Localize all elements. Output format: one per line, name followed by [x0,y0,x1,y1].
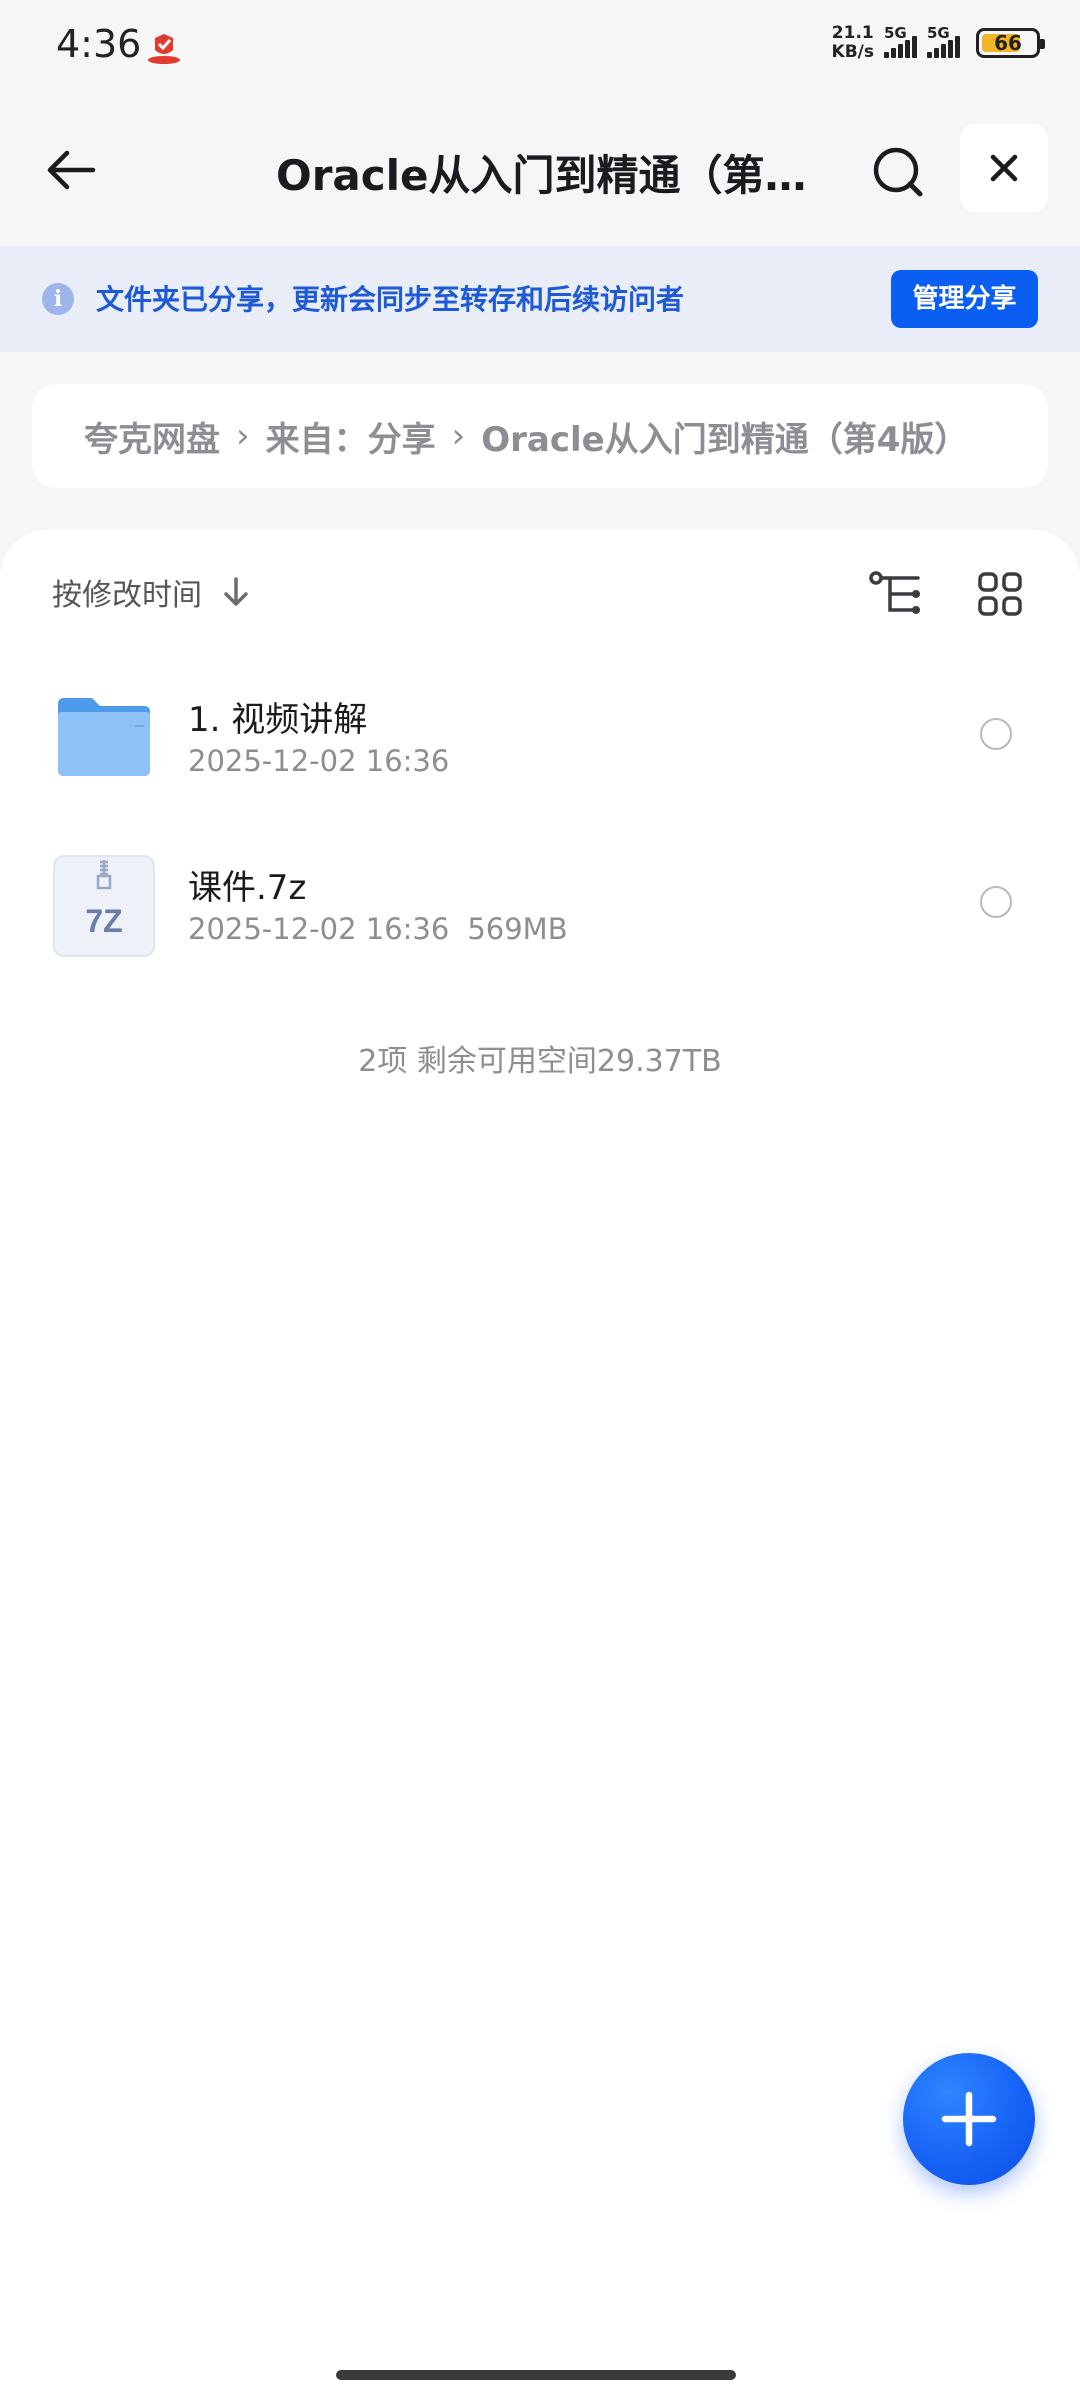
file-list-item[interactable]: 7Z 课件.7z 2025-12-02 16:36 569MB [0,834,1080,984]
breadcrumb-separator-icon: › [236,416,250,456]
file-size: 569MB [467,912,568,946]
sim2-signal-icon: 5G [927,24,960,58]
network-speed: 21.1 KB/s [831,23,874,62]
info-icon: i [42,283,74,315]
breadcrumb: 夸克网盘 › 来自：分享 › Oracle从入门到精通（第4版） [32,384,1048,488]
status-time: 4:36 [56,22,142,66]
file-modified-time: 2025-12-02 16:36 [188,912,450,946]
folder-icon [58,698,150,776]
sort-label: 按修改时间 [52,578,202,613]
grid-view-button[interactable] [970,564,1030,624]
search-icon [873,147,923,197]
app-header: Oracle从入门到精通（第4版） [0,120,1080,220]
add-button[interactable] [903,2053,1035,2185]
storage-summary: 2项 剩余可用空间29.37TB [358,1044,722,1079]
file-name: 1. 视频讲解 [188,700,368,740]
file-meta: 2025-12-02 16:36 569MB [188,912,568,946]
close-icon [990,154,1018,182]
breadcrumb-item-shared[interactable]: 来自：分享 [266,412,436,461]
home-indicator[interactable] [336,2370,736,2380]
file-list-item[interactable]: 1. 视频讲解 2025-12-02 16:36 [0,666,1080,816]
share-status-text: 文件夹已分享，更新会同步至转存和后续访问者 [96,283,685,316]
sort-selector[interactable]: 按修改时间 [52,570,256,614]
arrow-down-icon [216,572,256,612]
status-bar: 4:36 21.1 KB/s 5G 5G 66 [0,0,1080,92]
file-meta: 2025-12-02 16:36 [188,744,449,778]
battery-icon: 66 [976,28,1045,58]
back-button[interactable] [36,140,106,200]
tree-view-icon [869,571,920,614]
search-button[interactable] [864,138,932,206]
select-radio[interactable] [980,718,1012,750]
plus-icon [941,2091,997,2147]
status-indicators: 21.1 KB/s 5G 5G 66 [831,23,1045,62]
share-status-banner: i 文件夹已分享，更新会同步至转存和后续访问者 管理分享 [0,246,1080,352]
carrier-badge-icon [148,34,180,64]
sim1-signal-icon: 5G [884,24,917,58]
file-modified-time: 2025-12-02 16:36 [188,744,450,778]
close-button[interactable] [960,124,1048,212]
archive-type-label: 7Z [85,903,122,939]
file-name: 课件.7z [188,868,307,908]
select-radio[interactable] [980,886,1012,918]
quark-drive-folder-page: 4:36 21.1 KB/s 5G 5G 66 Oracle从入门到精通（第4 … [0,0,1080,2400]
manage-share-button[interactable]: 管理分享 [891,270,1038,328]
breadcrumb-item-root[interactable]: 夸克网盘 [84,412,220,461]
page-title: Oracle从入门到精通（第4版） [276,151,816,200]
archive-7z-icon: 7Z [53,855,155,957]
arrow-left-icon [47,150,96,190]
tree-view-button[interactable] [866,564,926,624]
breadcrumb-item-current: Oracle从入门到精通（第4版） [481,419,969,460]
grid-view-icon [978,572,1022,616]
breadcrumb-separator-icon: › [451,416,466,456]
